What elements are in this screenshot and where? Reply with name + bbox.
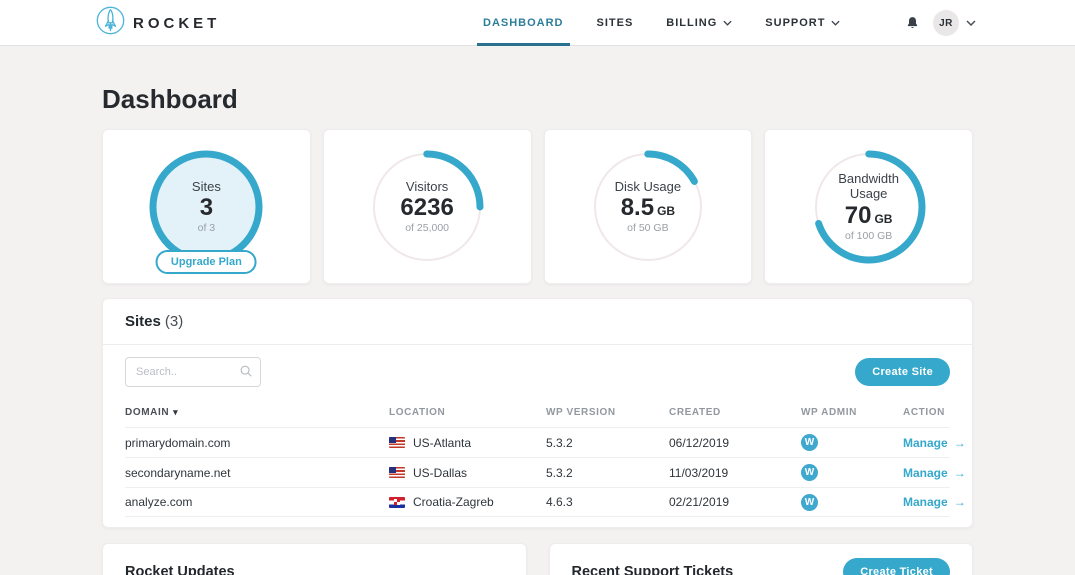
table-row: primarydomain.com US-Atlanta 5.3.2 06/12…: [125, 427, 966, 457]
manage-link[interactable]: Manage →: [903, 466, 966, 480]
chevron-down-icon: [831, 20, 841, 26]
main-nav: DASHBOARD SITES BILLING SUPPORT: [477, 0, 841, 46]
manage-link[interactable]: Manage →: [903, 495, 966, 509]
user-menu[interactable]: JR: [933, 10, 976, 36]
progress-ring: Sites 3 of 3 Upgrade Plan: [146, 147, 266, 274]
sites-toolbar: Create Site: [103, 345, 972, 397]
stat-label: Disk Usage: [614, 178, 682, 194]
create-ticket-button[interactable]: Create Ticket: [843, 558, 950, 575]
table-row: secondaryname.net US-Dallas 5.3.2 11/03/…: [125, 457, 966, 487]
page-title: Dashboard: [102, 84, 238, 114]
cell-domain: secondaryname.net: [125, 465, 231, 480]
cell-location: US-Dallas: [389, 466, 546, 480]
manage-link[interactable]: Manage →: [903, 436, 966, 450]
cell-location: US-Atlanta: [389, 436, 546, 450]
stat-sub-label: of 50 GB: [627, 222, 669, 235]
column-header-wp-version: WP VERSION: [546, 407, 616, 418]
cell-created: 02/21/2019: [669, 495, 730, 509]
wordpress-icon[interactable]: W: [801, 434, 818, 451]
rocket-logo-icon: [95, 5, 126, 41]
cell-wp-admin: W: [801, 464, 903, 481]
arrow-right-icon: →: [953, 435, 966, 450]
cell-wp-version: 5.3.2: [546, 435, 573, 450]
nav-item-label: SITES: [596, 17, 634, 29]
nav-item-support[interactable]: SUPPORT: [765, 0, 841, 46]
arrow-right-icon: →: [953, 465, 966, 480]
rocket-updates-card: Rocket Updates: [102, 543, 527, 575]
support-tickets-card: Recent Support Tickets Create Ticket: [548, 543, 973, 575]
stat-label: Visitors: [405, 178, 449, 194]
brand-name: ROCKET: [133, 14, 221, 32]
column-header-location: LOCATION: [389, 407, 446, 418]
column-header-action: ACTION: [903, 407, 945, 418]
column-header-wp-admin: WP ADMIN: [801, 407, 857, 418]
sites-count: (3): [164, 313, 184, 330]
stats-row: Sites 3 of 3 Upgrade Plan Visitors 6236 …: [102, 129, 973, 284]
topbar-right: JR: [905, 0, 976, 46]
nav-item-sites[interactable]: SITES: [597, 0, 634, 46]
stat-sub-label: of 3: [197, 222, 216, 235]
avatar: JR: [933, 10, 959, 36]
arrow-right-icon: →: [953, 495, 966, 509]
table-row: analyze.com Croatia-Zagreb 4.6.3 02/21/2…: [125, 487, 966, 517]
chevron-down-icon: [966, 20, 976, 26]
stat-sub-label: of 25,000: [405, 222, 450, 235]
nav-item-label: SUPPORT: [765, 17, 826, 29]
top-navigation-bar: ROCKET DASHBOARD SITES BILLING SUPPORT J: [0, 0, 1075, 46]
search-box: [125, 357, 261, 387]
sites-table: DOMAIN ▾ LOCATION WP VERSION CREATED WP …: [103, 397, 972, 527]
nav-item-label: DASHBOARD: [483, 17, 564, 29]
country-flag-icon: [389, 437, 405, 448]
column-header-domain[interactable]: DOMAIN ▾: [125, 407, 389, 418]
column-header-created: CREATED: [669, 407, 721, 418]
cell-wp-admin: W: [801, 434, 903, 451]
sites-table-header: DOMAIN ▾ LOCATION WP VERSION CREATED WP …: [125, 397, 950, 427]
stat-card: Visitors 6236 of 25,000: [322, 129, 532, 284]
cell-wp-admin: W: [801, 493, 903, 511]
progress-ring: Visitors 6236 of 25,000: [367, 147, 487, 267]
nav-item-dashboard[interactable]: DASHBOARD: [477, 0, 569, 46]
chevron-down-icon: [723, 20, 732, 26]
stat-card: Disk Usage 8.5 GB of 50 GB: [543, 129, 753, 284]
stat-value: 6236: [400, 194, 454, 222]
stat-card: Sites 3 of 3 Upgrade Plan: [102, 129, 311, 284]
support-tickets-title: Recent Support Tickets: [571, 564, 734, 575]
sites-section-title: Sites: [125, 313, 161, 330]
search-icon: [239, 364, 253, 383]
sites-table-body: primarydomain.com US-Atlanta 5.3.2 06/12…: [125, 427, 966, 517]
sites-card: Sites(3) Create Site DOMAIN ▾ LOCATION: [102, 298, 973, 528]
nav-item-billing[interactable]: BILLING: [666, 0, 732, 46]
country-flag-icon: [389, 467, 405, 478]
cell-wp-version: 5.3.2: [546, 465, 573, 480]
nav-item-label: BILLING: [666, 17, 718, 29]
sites-card-header: Sites (3): [103, 299, 972, 345]
cell-wp-version: 4.6.3: [546, 495, 573, 509]
cell-created: 11/03/2019: [669, 465, 729, 480]
cell-location: Croatia-Zagreb: [389, 495, 546, 509]
cell-created: 06/12/2019: [669, 435, 730, 450]
progress-ring: Bandwidth Usage 70 GB of 100 GB: [809, 147, 929, 267]
stat-label: Bandwidth Usage: [838, 170, 899, 202]
notifications-bell-icon[interactable]: [905, 15, 920, 31]
stat-card: Bandwidth Usage 70 GB of 100 GB: [764, 129, 973, 284]
brand-logo[interactable]: ROCKET: [95, 0, 220, 46]
stat-sub-label: of 100 GB: [844, 230, 893, 243]
wordpress-icon[interactable]: W: [801, 493, 818, 511]
stat-label: Sites: [191, 178, 221, 194]
cell-domain: analyze.com: [125, 495, 193, 509]
stat-value: 3: [199, 194, 214, 222]
cell-domain: primarydomain.com: [125, 435, 231, 450]
stat-value: 70 GB: [844, 201, 893, 229]
rocket-updates-title: Rocket Updates: [125, 564, 235, 575]
country-flag-icon: [389, 496, 405, 508]
upgrade-plan-button[interactable]: Upgrade Plan: [155, 249, 257, 274]
progress-ring: Disk Usage 8.5 GB of 50 GB: [588, 147, 708, 267]
sort-desc-icon: ▾: [173, 407, 179, 417]
stat-value: 8.5 GB: [620, 194, 676, 222]
wordpress-icon[interactable]: W: [801, 464, 818, 481]
create-site-button[interactable]: Create Site: [855, 358, 950, 386]
bottom-row: Rocket Updates Recent Support Tickets Cr…: [102, 543, 973, 575]
